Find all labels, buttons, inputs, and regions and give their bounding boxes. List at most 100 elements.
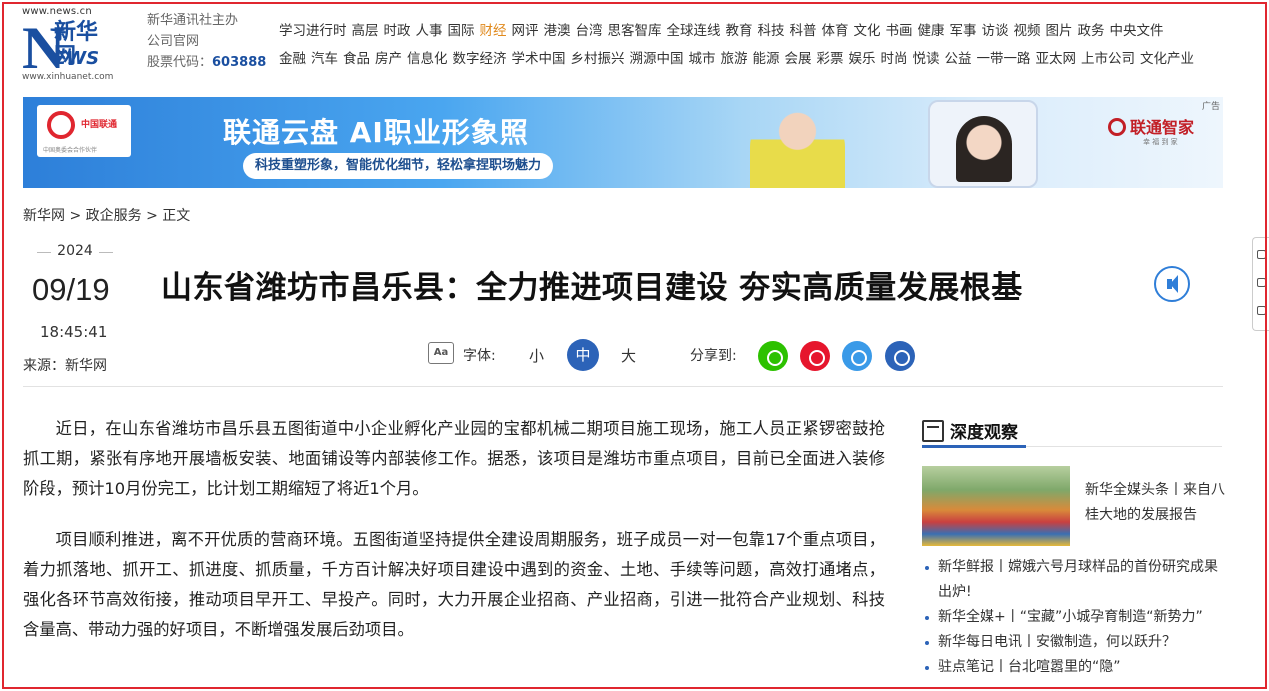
nav-link[interactable]: 乡村振兴	[571, 51, 625, 67]
nav-link[interactable]: 文化产业	[1140, 51, 1194, 67]
org-info: 新华通讯社主办 公司官网 股票代码：603888	[147, 10, 266, 73]
xinhua-logo[interactable]: www.news.cn N 新华网 EWS www.xinhuanet.com	[22, 6, 114, 82]
nav-link[interactable]: 教育	[726, 23, 753, 39]
banner-ad[interactable]: 中国联通 中国奥委会合作伙伴 联通云盘 AI职业形象照 科技重塑形象，智能优化细…	[23, 97, 1223, 188]
sidebar-link[interactable]: 新华鲜报丨嫦娥六号月球样品的首份研究成果出炉!	[922, 555, 1222, 605]
article-paragraph: 项目顺利推进，离不开优质的营商环境。五图街道坚持提供全建设周期服务，班子成员一对…	[23, 530, 885, 639]
link-share-icon[interactable]	[842, 341, 872, 371]
mobile-share-icon[interactable]	[885, 341, 915, 371]
top-icon	[1257, 306, 1266, 315]
unicom-logo-text: 中国联通	[81, 120, 118, 130]
nav-link[interactable]: 能源	[753, 51, 780, 67]
org-line2: 公司官网	[147, 34, 200, 49]
breadcrumb[interactable]: 新华网 > 政企服务 > 正文	[23, 205, 190, 225]
nav-link[interactable]: 政务	[1078, 23, 1105, 39]
qr-icon	[1257, 250, 1266, 259]
toolbar-divider	[23, 386, 1223, 387]
banner-brand-text: 联通智家	[1130, 118, 1195, 137]
nav-link[interactable]: 一带一路	[977, 51, 1031, 67]
wechat-share-icon[interactable]	[758, 341, 788, 371]
article-time: 18:45:41	[40, 323, 108, 341]
font-large-button[interactable]: 大	[621, 345, 636, 366]
nav-link[interactable]: 公益	[945, 51, 972, 67]
nav-link[interactable]: 娱乐	[849, 51, 876, 67]
nav-link[interactable]: 学习进行时	[279, 23, 347, 39]
nav-link[interactable]: 思客智库	[608, 23, 662, 39]
font-size-label: 字体:	[463, 348, 496, 364]
banner-title: 联通云盘 AI职业形象照	[223, 116, 529, 149]
nav-link[interactable]: 彩票	[817, 51, 844, 67]
nav-link[interactable]: 人事	[416, 23, 443, 39]
nav-link[interactable]: 时政	[384, 23, 411, 39]
nav-link[interactable]: 视频	[1014, 23, 1041, 39]
banner-phone-image	[928, 100, 1038, 188]
banner-brand-sub: 幸 福 到 家	[1143, 138, 1178, 146]
weibo-share-icon[interactable]	[800, 341, 830, 371]
article-body: 近日，在山东省潍坊市昌乐县五图街道中小企业孵化产业园的宝都机械二期项目施工现场，…	[23, 414, 885, 666]
nav-link[interactable]: 城市	[689, 51, 716, 67]
unicom-logo-sub: 中国奥委会合作伙伴	[43, 147, 98, 154]
nav-link[interactable]: 文化	[854, 23, 881, 39]
nav-link[interactable]: 全球连线	[667, 23, 721, 39]
news-icon	[922, 420, 944, 442]
stock-code[interactable]: 603888	[212, 55, 266, 70]
font-small-button[interactable]: 小	[529, 345, 544, 366]
nav-link[interactable]: 房产	[375, 51, 402, 67]
floating-side-tab[interactable]	[1252, 237, 1269, 331]
nav-link[interactable]: 上市公司	[1081, 51, 1135, 67]
banner-brand: 联通智家	[1108, 114, 1194, 138]
nav-link[interactable]: 港澳	[544, 23, 571, 39]
article-headline: 山东省潍坊市昌乐县：全力推进项目建设 夯实高质量发展根基	[161, 270, 1023, 306]
nav-link[interactable]: 旅游	[721, 51, 748, 67]
sidebar-link[interactable]: 新华每日电讯丨安徽制造，何以跃升？	[922, 630, 1222, 655]
nav-link[interactable]: 汽车	[311, 51, 338, 67]
audio-play-icon[interactable]	[1154, 266, 1190, 302]
nav-link[interactable]: 亚太网	[1036, 51, 1077, 67]
ad-tag: 广告	[1201, 102, 1220, 112]
portrait-image	[956, 116, 1012, 182]
sidebar-rule-accent	[922, 445, 1026, 448]
stock-label: 股票代码：	[147, 55, 213, 70]
nav-link[interactable]: 军事	[950, 23, 977, 39]
nav-link[interactable]: 学术中国	[512, 51, 566, 67]
font-size-icon: Aa	[428, 342, 454, 364]
article-paragraph: 近日，在山东省潍坊市昌乐县五图街道中小企业孵化产业园的宝都机械二期项目施工现场，…	[23, 419, 885, 498]
nav-link[interactable]: 高层	[352, 23, 379, 39]
nav-link[interactable]: 台湾	[576, 23, 603, 39]
nav-link[interactable]: 中央文件	[1110, 23, 1164, 39]
nav-link[interactable]: 书画	[886, 23, 913, 39]
sidebar-title-text: 深度观察	[950, 423, 1018, 443]
stock-line: 股票代码：603888	[147, 52, 266, 73]
nav-link[interactable]: 金融	[279, 51, 306, 67]
featured-image[interactable]	[922, 466, 1070, 546]
sidebar-link[interactable]: 驻点笔记丨台北喧嚣里的“隐”	[922, 655, 1222, 680]
nav-link[interactable]: 科技	[758, 23, 785, 39]
nav-link[interactable]: 网评	[512, 23, 539, 39]
banner-subtitle: 科技重塑形象，智能优化细节，轻松拿捏职场魅力	[243, 153, 554, 179]
china-unicom-logo: 中国联通 中国奥委会合作伙伴	[37, 105, 131, 157]
nav-link[interactable]: 财经	[480, 23, 507, 39]
article-date: 09/19	[32, 272, 110, 307]
logo-ews: EWS	[54, 48, 100, 69]
nav-link[interactable]: 信息化	[407, 51, 448, 67]
nav-link[interactable]: 健康	[918, 23, 945, 39]
nav-link[interactable]: 科普	[790, 23, 817, 39]
sidebar-link[interactable]: 新华全媒+丨“宝藏”小城孕育制造“新势力”	[922, 605, 1222, 630]
featured-caption[interactable]: 新华全媒头条丨来自八桂大地的发展报告	[1085, 478, 1225, 528]
nav-row-2: 金融 汽车 食品 房产 信息化 数字经济 学术中国 乡村振兴 溯源中国 城市 旅游 能源 会展 彩票 娱乐时…	[279, 45, 1239, 73]
feedback-icon	[1257, 278, 1266, 287]
nav-link[interactable]: 数字经济	[453, 51, 507, 67]
nav-link[interactable]: 访谈	[982, 23, 1009, 39]
nav-link[interactable]: 悦读	[913, 51, 940, 67]
nav-link[interactable]: 体育	[822, 23, 849, 39]
article-source: 来源：新华网	[23, 358, 107, 374]
font-medium-button[interactable]: 中	[567, 339, 599, 371]
nav-link[interactable]: 时尚	[881, 51, 908, 67]
nav-link[interactable]: 溯源中国	[630, 51, 684, 67]
logo-url-bottom: www.xinhuanet.com	[22, 72, 114, 82]
nav-link[interactable]: 国际	[448, 23, 475, 39]
nav-link[interactable]: 图片	[1046, 23, 1073, 39]
nav-link[interactable]: 食品	[343, 51, 370, 67]
nav-link[interactable]: 会展	[785, 51, 812, 67]
org-line1: 新华通讯社主办	[147, 13, 239, 28]
